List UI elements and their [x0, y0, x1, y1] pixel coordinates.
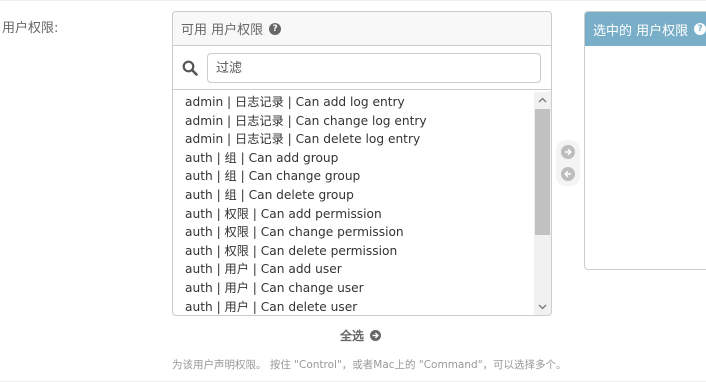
remove-selected-button[interactable] — [561, 167, 575, 181]
chosen-permissions-box: 选中的 用户权限 ? — [584, 11, 706, 270]
filter-input[interactable] — [207, 53, 541, 83]
search-icon — [182, 60, 198, 76]
permission-option[interactable]: admin | 日志记录 | Can delete log entry — [173, 130, 551, 149]
add-selected-button[interactable] — [561, 145, 575, 159]
permission-option[interactable]: auth | 权限 | Can add permission — [173, 205, 551, 224]
help-icon[interactable]: ? — [269, 22, 282, 35]
chosen-permissions-list[interactable] — [585, 46, 706, 269]
help-icon[interactable]: ? — [694, 23, 706, 35]
scroll-down-arrow-icon[interactable] — [534, 299, 551, 315]
help-text: 为该用户声明权限。 按住 "Control"，或者Mac上的 "Command"… — [172, 359, 567, 371]
arrow-left-circle-icon — [564, 170, 571, 178]
available-title: 可用 用户权限 — [181, 23, 264, 38]
permission-option[interactable]: auth | 组 | Can delete group — [173, 186, 551, 205]
permission-option[interactable]: auth | 组 | Can change group — [173, 167, 551, 186]
permission-option[interactable]: auth | 用户 | Can delete user — [173, 298, 551, 315]
permission-option[interactable]: auth | 组 | Can add group — [173, 149, 551, 168]
chosen-header: 选中的 用户权限 ? — [585, 12, 706, 46]
permission-option[interactable]: auth | 权限 | Can delete permission — [173, 242, 551, 261]
available-permissions-list[interactable]: admin | 日志记录 | Can add log entry admin | … — [173, 92, 551, 315]
permission-options[interactable]: admin | 日志记录 | Can add log entry admin | … — [173, 92, 551, 315]
selector-move-controls — [556, 140, 580, 186]
available-header: 可用 用户权限 ? — [173, 12, 551, 46]
permission-option[interactable]: auth | 用户 | Can add user — [173, 260, 551, 279]
chosen-title: 选中的 用户权限 — [593, 23, 689, 39]
field-label: 用户权限: — [2, 21, 59, 36]
arrow-right-circle-icon — [370, 330, 382, 341]
permission-option[interactable]: auth | 用户 | Can change user — [173, 279, 551, 298]
permission-option[interactable]: admin | 日志记录 | Can add log entry — [173, 93, 551, 112]
choose-all-link[interactable]: 全选 — [340, 327, 382, 344]
permission-option[interactable]: auth | 权限 | Can change permission — [173, 223, 551, 242]
filter-row — [173, 46, 551, 90]
arrow-right-circle-icon — [565, 148, 572, 156]
scroll-up-arrow-icon[interactable] — [534, 92, 551, 108]
available-permissions-box: 可用 用户权限 ? admin | 日志记录 | Can add log ent… — [172, 11, 552, 316]
choose-all-label: 全选 — [340, 329, 365, 343]
permission-option[interactable]: admin | 日志记录 | Can change log entry — [173, 112, 551, 131]
top-divider — [0, 0, 706, 1]
list-scrollbar[interactable] — [534, 92, 551, 315]
scrollbar-thumb[interactable] — [535, 109, 550, 235]
